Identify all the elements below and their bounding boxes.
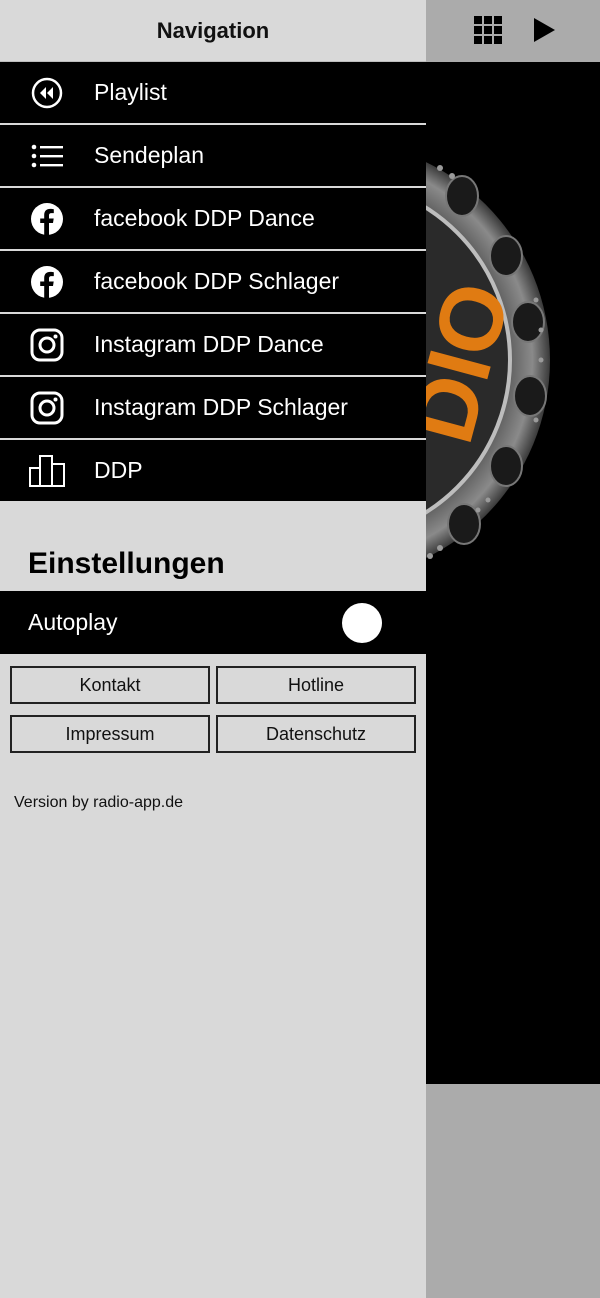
instagram-icon <box>0 391 94 425</box>
hotline-button[interactable]: Hotline <box>216 666 416 704</box>
grid-icon[interactable] <box>472 14 504 46</box>
instagram-icon <box>0 328 94 362</box>
facebook-icon <box>0 202 94 236</box>
drawer-header: Navigation <box>0 0 426 62</box>
nav-label: facebook DDP Dance <box>94 205 315 231</box>
nav-label: Instagram DDP Dance <box>94 331 324 357</box>
nav-label: Playlist <box>94 79 167 105</box>
autoplay-label: Autoplay <box>28 609 118 635</box>
nav-item-facebook-dance[interactable]: facebook DDP Dance <box>0 188 426 251</box>
autoplay-toggle[interactable] <box>342 602 382 643</box>
nav-item-facebook-schlager[interactable]: facebook DDP Schlager <box>0 251 426 314</box>
nav-label: Instagram DDP Schlager <box>94 394 348 420</box>
settings-title: Einstellungen <box>28 547 225 580</box>
buildings-icon <box>0 454 94 488</box>
drawer-title: Navigation <box>156 17 270 43</box>
nav-item-instagram-dance[interactable]: Instagram DDP Dance <box>0 314 426 377</box>
nav-label: DDP <box>94 457 143 483</box>
play-icon[interactable] <box>528 14 560 46</box>
facebook-icon <box>0 265 94 299</box>
rewind-circle-icon <box>0 77 94 109</box>
navigation-drawer: Navigation Playlist Sendeplan facebook D… <box>0 0 426 1298</box>
autoplay-row: Autoplay <box>0 591 426 654</box>
list-icon <box>0 144 94 168</box>
version-text: Version by radio-app.de <box>14 794 183 811</box>
link-buttons: Kontakt Hotline Impressum Datenschutz <box>0 654 426 753</box>
impressum-button[interactable]: Impressum <box>10 715 210 753</box>
nav-label: facebook DDP Schlager <box>94 268 340 294</box>
nav-item-sendeplan[interactable]: Sendeplan <box>0 125 426 188</box>
kontakt-button[interactable]: Kontakt <box>10 666 210 704</box>
nav-item-instagram-schlager[interactable]: Instagram DDP Schlager <box>0 377 426 440</box>
datenschutz-button[interactable]: Datenschutz <box>216 715 416 753</box>
nav-item-ddp[interactable]: DDP <box>0 440 426 503</box>
nav-item-playlist[interactable]: Playlist <box>0 62 426 125</box>
nav-label: Sendeplan <box>94 142 204 168</box>
